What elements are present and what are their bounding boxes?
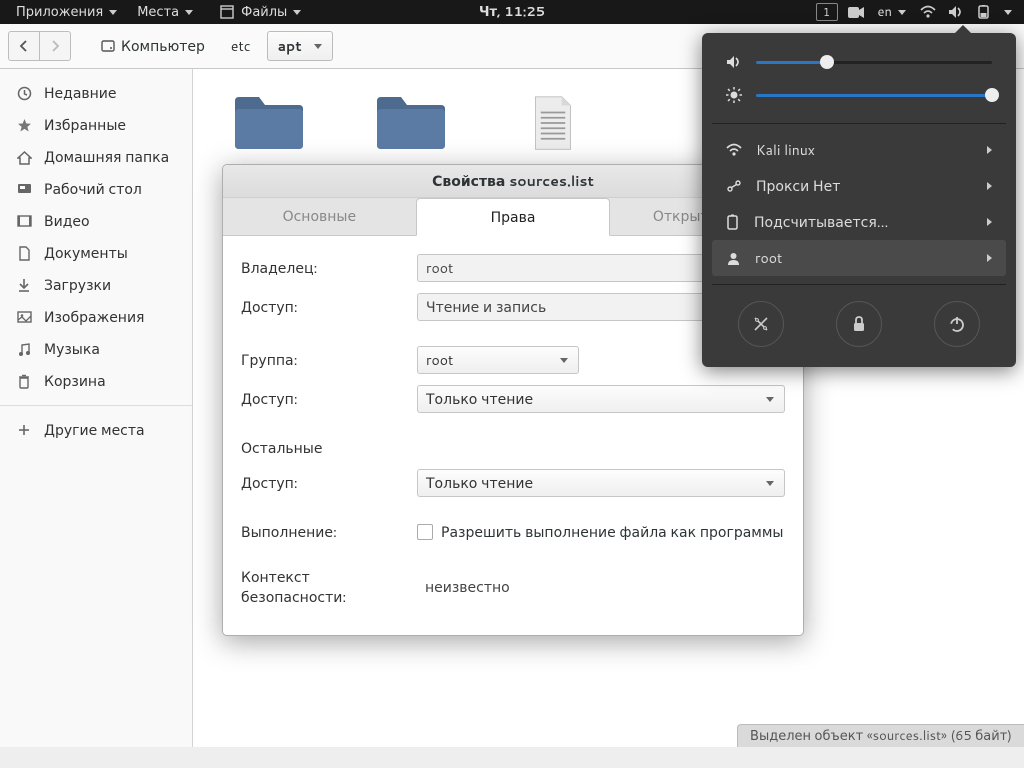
panel-applications[interactable]: Приложения	[6, 0, 127, 24]
user-icon	[726, 251, 741, 266]
execute-checkbox[interactable]: Разрешить выполнение файла как программы	[417, 522, 783, 542]
others-heading: Остальные	[241, 438, 322, 458]
battery-icon	[726, 214, 740, 230]
recorder-icon[interactable]	[848, 4, 864, 20]
chevron-down-icon	[185, 10, 193, 15]
file-item[interactable]	[517, 95, 589, 151]
access-group-combo[interactable]: Только чтение	[417, 385, 785, 413]
battery-icon[interactable]	[976, 4, 992, 20]
document-icon	[16, 245, 32, 261]
menu-wifi[interactable]: Kali linux	[712, 132, 1006, 168]
wifi-icon[interactable]	[920, 4, 936, 20]
status-bar: Выделен объект «sources.list» (65 байт)	[737, 724, 1024, 747]
workspace-indicator[interactable]: 1	[816, 3, 838, 21]
folder-item[interactable]	[375, 95, 447, 151]
volume-icon[interactable]	[948, 4, 964, 20]
disk-icon	[101, 39, 115, 53]
chevron-down-icon	[766, 397, 774, 402]
sidebar-item-documents[interactable]: Документы	[0, 237, 192, 269]
language-indicator[interactable]: en	[870, 0, 914, 24]
plus-icon	[16, 422, 32, 438]
brightness-slider-row	[712, 81, 1006, 115]
chevron-down-icon[interactable]	[1004, 10, 1012, 15]
sidebar-item-video[interactable]: Видео	[0, 205, 192, 237]
settings-button[interactable]	[738, 301, 784, 347]
path-computer[interactable]: Компьютер	[91, 32, 215, 60]
tab-permissions[interactable]: Права	[416, 198, 611, 236]
sidebar: Недавние Избранные Домашняя папка Рабочи…	[0, 69, 193, 747]
sidebar-item-starred[interactable]: Избранные	[0, 109, 192, 141]
brightness-icon	[726, 87, 742, 103]
panel-places-label: Места	[137, 3, 179, 21]
panel-activeapp[interactable]: Файлы	[203, 0, 311, 24]
sidebar-item-home[interactable]: Домашняя папка	[0, 141, 192, 173]
chevron-right-icon	[987, 254, 992, 262]
selinux-value: неизвестно	[417, 577, 510, 597]
music-icon	[16, 341, 32, 357]
folder-item[interactable]	[233, 95, 305, 151]
wifi-icon	[726, 143, 742, 157]
tab-general[interactable]: Основные	[223, 198, 416, 235]
download-icon	[16, 277, 32, 293]
path-segment-etc[interactable]: etc	[221, 32, 261, 60]
checkbox-icon	[417, 524, 433, 540]
menu-user[interactable]: root	[712, 240, 1006, 276]
panel-places[interactable]: Места	[127, 0, 203, 24]
lock-icon	[851, 315, 867, 333]
panel-applications-label: Приложения	[16, 3, 103, 21]
panel-activeapp-label: Файлы	[241, 3, 287, 21]
star-icon	[16, 117, 32, 133]
system-status-menu: Kali linux Прокси Нет Подсчитывается… ro…	[702, 33, 1016, 367]
chevron-down-icon	[560, 358, 568, 363]
top-panel: Приложения Места Файлы 1 en	[0, 0, 1024, 24]
image-icon	[16, 309, 32, 325]
sidebar-item-pictures[interactable]: Изображения	[0, 301, 192, 333]
sidebar-item-desktop[interactable]: Рабочий стол	[0, 173, 192, 205]
chevron-right-icon	[987, 182, 992, 190]
settings-icon	[752, 315, 770, 333]
video-icon	[16, 213, 32, 229]
chevron-down-icon	[109, 10, 117, 15]
access-owner-label: Доступ:	[241, 297, 417, 317]
desktop-icon	[16, 181, 32, 197]
access-other-combo[interactable]: Только чтение	[417, 469, 785, 497]
chevron-down-icon	[766, 481, 774, 486]
chevron-right-icon	[987, 146, 992, 154]
chevron-down-icon	[293, 10, 301, 15]
access-group-label: Доступ:	[241, 389, 417, 409]
trash-icon	[16, 373, 32, 389]
owner-label: Владелец:	[241, 258, 417, 278]
menu-proxy[interactable]: Прокси Нет	[712, 168, 1006, 204]
sidebar-item-trash[interactable]: Корзина	[0, 365, 192, 397]
group-label: Группа:	[241, 350, 417, 370]
files-app-icon	[219, 4, 235, 20]
execute-label: Выполнение:	[241, 522, 417, 542]
selinux-label: Контекст безопасности:	[241, 567, 417, 607]
sidebar-item-music[interactable]: Музыка	[0, 333, 192, 365]
chevron-down-icon	[314, 44, 322, 49]
chevron-right-icon	[987, 218, 992, 226]
brightness-slider[interactable]	[756, 94, 992, 97]
volume-slider-row	[712, 49, 1006, 81]
power-icon	[948, 315, 966, 333]
group-combo[interactable]: root	[417, 346, 579, 374]
sidebar-item-downloads[interactable]: Загрузки	[0, 269, 192, 301]
proxy-icon	[726, 179, 742, 193]
access-other-label: Доступ:	[241, 473, 417, 493]
nav-forward-button[interactable]	[39, 31, 71, 61]
sidebar-item-other-locations[interactable]: Другие места	[0, 414, 192, 446]
nav-back-button[interactable]	[8, 31, 40, 61]
power-button[interactable]	[934, 301, 980, 347]
menu-action-buttons	[712, 301, 1006, 347]
volume-slider[interactable]	[756, 61, 992, 64]
lock-button[interactable]	[836, 301, 882, 347]
sidebar-item-recent[interactable]: Недавние	[0, 77, 192, 109]
clock-icon	[16, 85, 32, 101]
menu-battery[interactable]: Подсчитывается…	[712, 204, 1006, 240]
panel-right: 1 en	[812, 0, 1018, 24]
volume-icon	[726, 55, 742, 69]
chevron-down-icon	[898, 10, 906, 15]
path-segment-apt[interactable]: apt	[267, 31, 333, 61]
home-icon	[16, 149, 32, 165]
